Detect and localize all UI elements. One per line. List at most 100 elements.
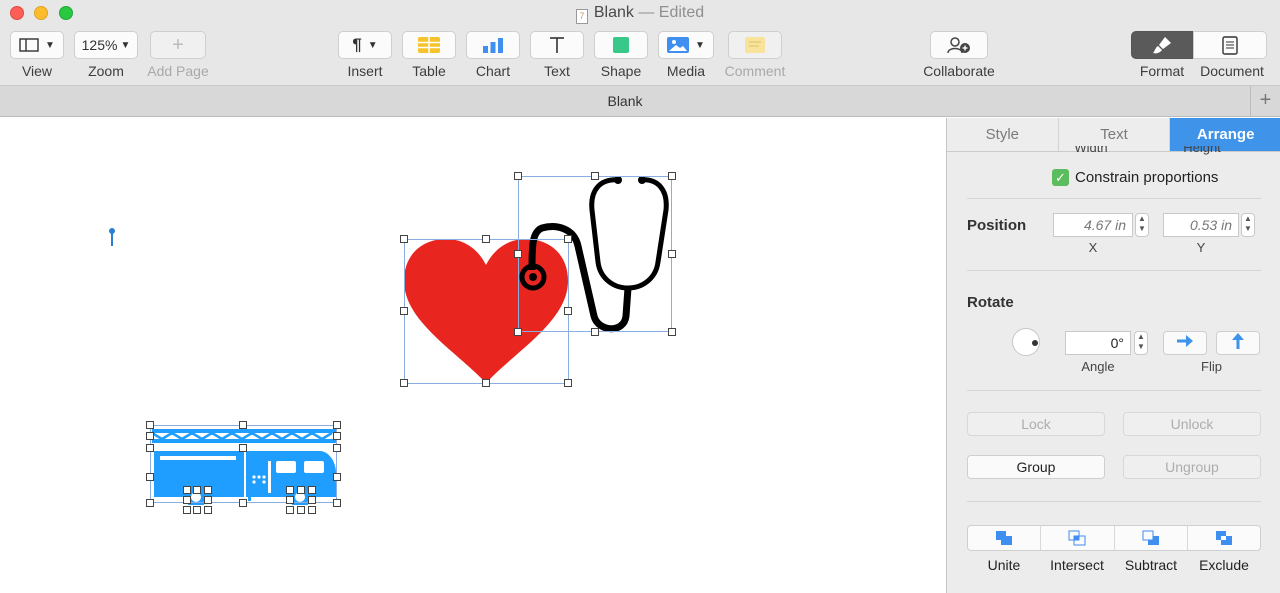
resize-handle[interactable]: [400, 379, 408, 387]
resize-handle[interactable]: [146, 421, 154, 429]
window-title: 7 Blank — Edited: [0, 4, 1280, 24]
unlock-button[interactable]: Unlock: [1123, 412, 1261, 436]
resize-handle[interactable]: [183, 496, 191, 504]
resize-handle[interactable]: [668, 172, 676, 180]
subtract-button[interactable]: [1115, 526, 1188, 550]
document-label: Document: [1200, 63, 1264, 79]
intersect-button[interactable]: [1041, 526, 1115, 550]
document-button[interactable]: [1193, 31, 1267, 59]
resize-handle[interactable]: [668, 328, 676, 336]
position-y-field[interactable]: 0.53 in: [1163, 213, 1239, 237]
resize-handle[interactable]: [564, 307, 572, 315]
text-button[interactable]: [530, 31, 584, 59]
resize-handle[interactable]: [239, 421, 247, 429]
shape-button[interactable]: [594, 31, 648, 59]
table-button[interactable]: [402, 31, 456, 59]
resize-handle[interactable]: [146, 473, 154, 481]
comment-button[interactable]: [728, 31, 782, 59]
insert-button[interactable]: ¶ ▼: [338, 31, 392, 59]
resize-handle[interactable]: [333, 432, 341, 440]
resize-handle[interactable]: [239, 499, 247, 507]
subtract-icon: [1142, 530, 1159, 545]
divider: [967, 198, 1261, 199]
resize-handle[interactable]: [308, 496, 316, 504]
constrain-proportions-checkbox[interactable]: ✓: [1052, 169, 1069, 186]
angle-stepper[interactable]: ▲ ▼: [1134, 331, 1148, 355]
resize-handle[interactable]: [183, 486, 191, 494]
zoom-select[interactable]: 125% ▼: [74, 31, 138, 59]
resize-handle[interactable]: [591, 328, 599, 336]
intersect-label: Intersect: [1050, 557, 1104, 573]
resize-handle[interactable]: [308, 486, 316, 494]
resize-handle[interactable]: [146, 499, 154, 507]
resize-handle[interactable]: [204, 506, 212, 514]
resize-handle[interactable]: [400, 235, 408, 243]
resize-handle[interactable]: [204, 486, 212, 494]
media-label: Media: [666, 63, 706, 79]
resize-handle[interactable]: [239, 444, 247, 452]
flip-horizontal-button[interactable]: [1163, 331, 1207, 355]
resize-handle[interactable]: [514, 328, 522, 336]
unite-button[interactable]: [968, 526, 1042, 550]
format-button[interactable]: [1131, 31, 1193, 59]
resize-handle[interactable]: [564, 235, 572, 243]
resize-handle[interactable]: [286, 496, 294, 504]
resize-handle[interactable]: [297, 486, 305, 494]
lock-button[interactable]: Lock: [967, 412, 1105, 436]
resize-handle[interactable]: [204, 496, 212, 504]
sidebar-layout-icon: [19, 38, 39, 52]
add-page-button[interactable]: +: [150, 31, 206, 59]
resize-handle[interactable]: [286, 486, 294, 494]
resize-handle[interactable]: [482, 235, 490, 243]
resize-handle[interactable]: [400, 307, 408, 315]
resize-handle[interactable]: [333, 473, 341, 481]
angle-field[interactable]: 0°: [1065, 331, 1131, 355]
resize-handle[interactable]: [146, 432, 154, 440]
document-canvas[interactable]: [0, 118, 946, 593]
resize-handle[interactable]: [193, 486, 201, 494]
position-x-stepper[interactable]: ▲ ▼: [1135, 213, 1149, 237]
resize-handle[interactable]: [591, 172, 599, 180]
chart-button[interactable]: [466, 31, 520, 59]
height-label: Height: [1183, 146, 1221, 155]
format-inspector: Style Text Arrange Width Height ✓ Constr…: [946, 118, 1280, 593]
resize-handle[interactable]: [564, 379, 572, 387]
resize-handle[interactable]: [514, 250, 522, 258]
tab-style[interactable]: Style: [947, 118, 1059, 151]
media-button[interactable]: ▼: [658, 31, 714, 59]
resize-handle[interactable]: [183, 506, 191, 514]
format-label: Format: [1139, 63, 1185, 79]
new-tab-button[interactable]: +: [1250, 86, 1280, 117]
collaborate-button[interactable]: [930, 31, 988, 59]
document-tab[interactable]: Blank: [0, 93, 1250, 109]
resize-handle[interactable]: [297, 506, 305, 514]
zoom-label: Zoom: [88, 63, 124, 79]
resize-handle[interactable]: [193, 506, 201, 514]
stethoscope-selection-box: [518, 176, 672, 332]
resize-handle[interactable]: [333, 499, 341, 507]
chevron-down-icon: ▼: [45, 39, 55, 51]
arrow-right-icon: [1177, 335, 1193, 347]
position-x-field[interactable]: 4.67 in: [1053, 213, 1133, 237]
resize-handle[interactable]: [286, 506, 294, 514]
rotate-dial[interactable]: [1012, 328, 1040, 356]
resize-handle[interactable]: [482, 379, 490, 387]
resize-handle[interactable]: [308, 506, 316, 514]
position-x-label: X: [1088, 240, 1098, 255]
flip-label: Flip: [1201, 359, 1222, 374]
position-y-stepper[interactable]: ▲ ▼: [1241, 213, 1255, 237]
flip-vertical-button[interactable]: [1216, 331, 1260, 355]
bar-chart-icon: [483, 38, 503, 53]
text-t-icon: [550, 37, 564, 53]
ungroup-button[interactable]: Ungroup: [1123, 455, 1261, 479]
resize-handle[interactable]: [333, 444, 341, 452]
resize-handle[interactable]: [668, 250, 676, 258]
resize-handle[interactable]: [146, 444, 154, 452]
resize-handle[interactable]: [514, 172, 522, 180]
group-button[interactable]: Group: [967, 455, 1105, 479]
exclude-button[interactable]: [1188, 526, 1260, 550]
view-button[interactable]: ▼: [10, 31, 64, 59]
resize-handle[interactable]: [333, 421, 341, 429]
divider: [967, 501, 1261, 502]
chart-label: Chart: [475, 63, 511, 79]
